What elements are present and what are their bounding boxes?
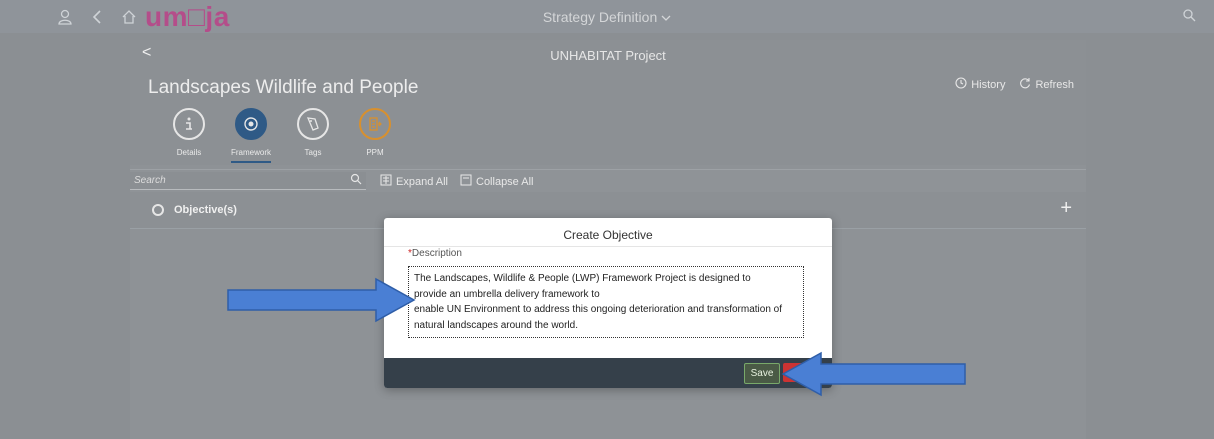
collapse-all-label: Collapse All <box>476 175 534 188</box>
collapse-all-icon <box>460 174 472 189</box>
dialog-title: Create Objective <box>563 228 653 242</box>
history-label: History <box>971 78 1006 91</box>
page-title: Landscapes Wildlife and People <box>148 77 419 98</box>
search-icon[interactable] <box>1182 8 1196 27</box>
create-objective-dialog: Create Objective *Description The Landsc… <box>384 218 832 388</box>
annotation-arrow-right <box>227 277 416 323</box>
app-title-text: Strategy Definition <box>542 9 658 25</box>
search-button-icon[interactable] <box>350 172 362 190</box>
info-icon <box>173 108 205 140</box>
objective-icon <box>152 204 164 216</box>
icon-tab-bar: Details Framework Tags PPM <box>158 108 406 163</box>
annotation-arrow-left <box>781 351 966 397</box>
tab-details[interactable]: Details <box>158 108 220 163</box>
refresh-icon <box>1019 77 1031 92</box>
description-line: enable UN Environment to address this on… <box>414 304 782 315</box>
dialog-footer: Save <box>384 358 832 388</box>
project-name: UNHABITAT Project <box>550 48 666 63</box>
header-actions: History Refresh <box>955 77 1074 92</box>
app-title[interactable]: Strategy Definition <box>0 9 1214 25</box>
add-objective-button[interactable]: + <box>1060 197 1072 220</box>
tab-tags-label: Tags <box>304 148 322 157</box>
expand-all-button[interactable]: Expand All <box>380 174 448 189</box>
description-line: The Landscapes, Wildlife & People (LWP) … <box>414 273 751 284</box>
description-label: *Description <box>408 248 462 259</box>
chevron-down-icon <box>661 9 671 25</box>
object-header: < UNHABITAT Project Landscapes Wildlife … <box>130 40 1086 165</box>
history-icon <box>955 77 967 92</box>
description-line: provide an umbrella delivery framework t… <box>414 288 600 300</box>
search-input[interactable] <box>130 174 346 187</box>
description-label-text: Description <box>411 248 462 259</box>
tab-framework-label: Framework <box>230 148 271 163</box>
description-line: natural landscapes around the world. <box>414 319 578 331</box>
target-icon <box>235 108 267 140</box>
dialog-divider <box>384 246 832 247</box>
tab-framework[interactable]: Framework <box>220 108 282 163</box>
search-field <box>130 172 366 190</box>
tab-details-label: Details <box>176 148 202 157</box>
objectives-label: Objective(s) <box>174 204 237 216</box>
tag-icon <box>297 108 329 140</box>
ppm-icon <box>359 108 391 140</box>
tab-ppm[interactable]: PPM <box>344 108 406 163</box>
history-button[interactable]: History <box>955 77 1005 92</box>
refresh-label: Refresh <box>1035 78 1074 91</box>
tab-tags[interactable]: Tags <box>282 108 344 163</box>
save-button[interactable]: Save <box>744 363 780 384</box>
tree-toolbar: Expand All Collapse All <box>130 169 1086 192</box>
shell-bar: um□ja Strategy Definition <box>0 0 1214 33</box>
description-textarea[interactable]: The Landscapes, Wildlife & People (LWP) … <box>408 266 804 338</box>
tab-ppm-label: PPM <box>366 148 384 157</box>
refresh-button[interactable]: Refresh <box>1019 77 1074 92</box>
expand-all-label: Expand All <box>396 175 448 188</box>
collapse-all-button[interactable]: Collapse All <box>460 174 533 189</box>
expand-all-icon <box>380 174 392 189</box>
